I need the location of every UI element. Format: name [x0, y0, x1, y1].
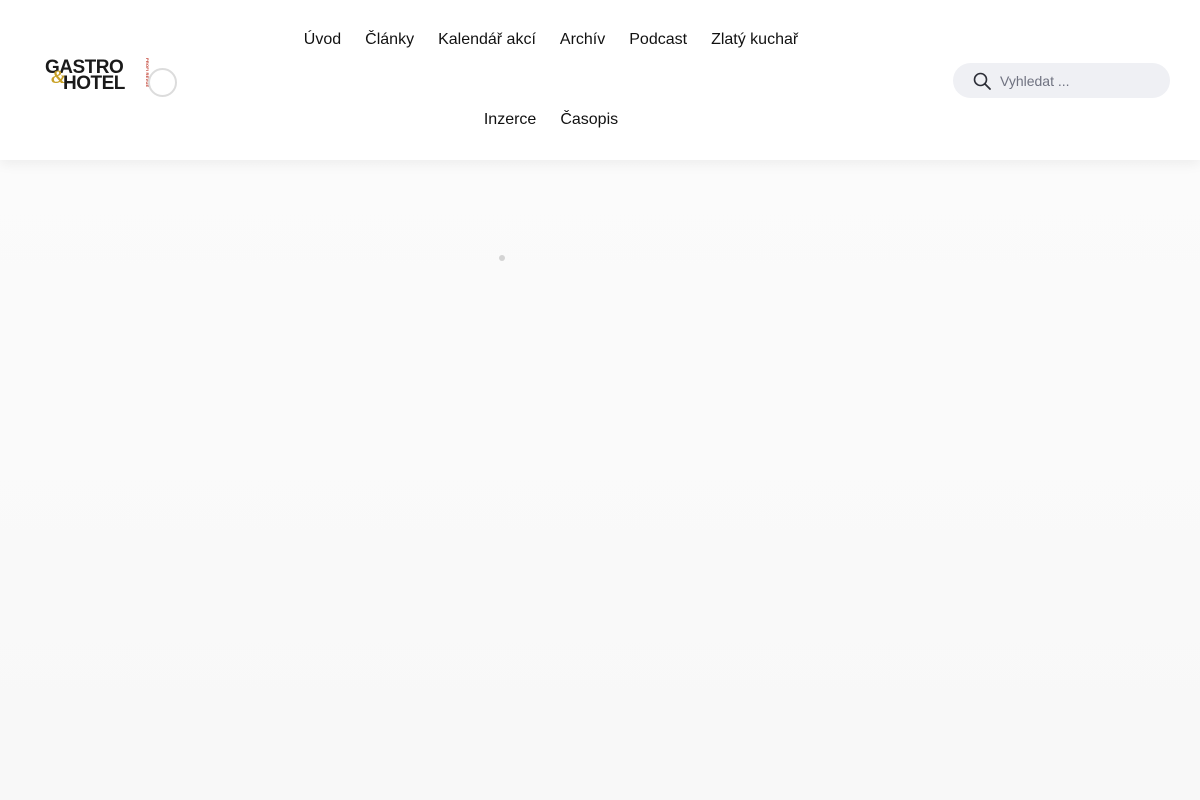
nav-item-podcast[interactable]: Podcast: [617, 28, 699, 52]
loading-dot-icon: [499, 255, 505, 261]
nav-item-uvod[interactable]: Úvod: [292, 28, 353, 52]
site-logo[interactable]: GASTRO & HOTEL PROFI REVUE: [45, 56, 180, 100]
search-icon[interactable]: [972, 71, 992, 91]
search-input[interactable]: [1000, 63, 1160, 98]
site-header: GASTRO & HOTEL PROFI REVUE Úvod Články K…: [0, 0, 1200, 160]
nav-item-casopis[interactable]: Časopis: [548, 108, 630, 132]
search-box[interactable]: [953, 63, 1170, 98]
logo-text-hotel: HOTEL: [63, 73, 125, 94]
nav-item-zlaty-kuchar[interactable]: Zlatý kuchař: [699, 28, 810, 52]
nav-row-primary: Úvod Články Kalendář akcí Archív Podcast…: [289, 28, 813, 52]
main-navigation: Úvod Články Kalendář akcí Archív Podcast…: [289, 0, 813, 160]
nav-item-archiv[interactable]: Archív: [548, 28, 617, 52]
nav-item-kalendar-akci[interactable]: Kalendář akcí: [426, 28, 548, 52]
nav-item-clanky[interactable]: Články: [353, 28, 426, 52]
loading-spinner-icon: [148, 68, 177, 97]
nav-row-secondary: Inzerce Časopis: [289, 108, 813, 132]
main-content: [0, 160, 1200, 800]
nav-item-inzerce[interactable]: Inzerce: [472, 108, 548, 132]
